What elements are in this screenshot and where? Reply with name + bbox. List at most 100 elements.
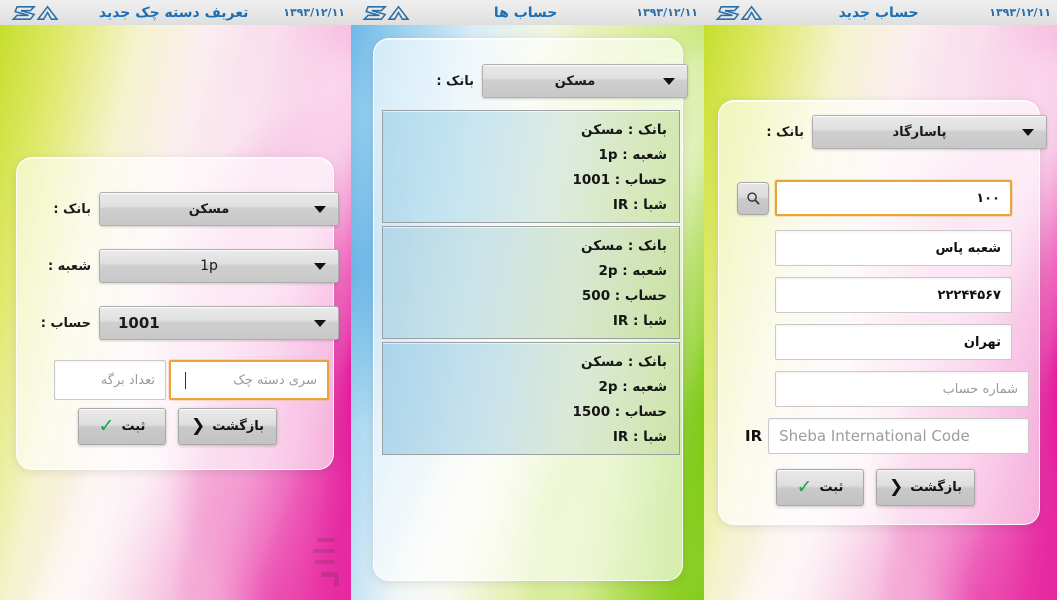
branch-select-value: 1p [200, 258, 218, 274]
chevron-left-icon: ❮ [190, 416, 206, 436]
page-title: حساب جدید [838, 4, 919, 21]
account-number-line: حساب : 500 [391, 284, 667, 309]
sia-logo-icon [359, 2, 419, 23]
screens-container: ۱۳۹۳/۱۲/۱۱ حساب جدید پاسارگاد بانک : ۱۰۰… [0, 0, 1057, 600]
submit-button[interactable]: ثبت ✓ [77, 408, 166, 445]
city-input[interactable]: تهران [775, 324, 1012, 360]
account-sheba-label: شبا : [633, 429, 667, 445]
header-bar: ۱۳۹۳/۱۲/۱۱ حساب ها [351, 0, 704, 25]
header-bar: ۱۳۹۳/۱۲/۱۱ تعریف دسته چک جدید [0, 0, 351, 25]
phone-input[interactable]: ۲۲۲۴۴۵۶۷ [775, 277, 1012, 313]
account-branch-label: شعبه : [622, 379, 667, 395]
branch-name-value: شعبه پاس [935, 240, 1001, 256]
city-value: تهران [963, 334, 1001, 350]
account-number-value: 500 [581, 288, 611, 304]
account-branch-value: 1p [598, 147, 618, 163]
corner-watermark-icon [291, 532, 345, 590]
account-sheba-value: IR [612, 429, 629, 445]
bank-select[interactable]: پاسارگاد [812, 115, 1047, 149]
account-number-value: 1500 [572, 404, 611, 420]
account-bank-line: بانک : مسکن [391, 350, 667, 375]
account-select[interactable]: 1001 [99, 306, 339, 340]
sia-logo-icon [712, 2, 772, 23]
bank-filter-select[interactable]: مسکن [482, 64, 688, 98]
checkbook-inputs-row: سری دسته چک تعداد برگه [25, 360, 329, 400]
account-number-line: حساب : 1500 [391, 400, 667, 425]
chevron-left-icon: ❮ [888, 477, 904, 497]
submit-button[interactable]: ثبت ✓ [775, 469, 864, 506]
header-date: ۱۳۹۳/۱۲/۱۱ [283, 6, 345, 19]
list-item[interactable]: بانک : مسکن شعبه : 2p حساب : 500 شبا : I… [382, 226, 680, 339]
account-number-label: حساب : [614, 172, 667, 188]
branch-label: شعبه : [47, 258, 91, 274]
bank-row: مسکن بانک : [29, 192, 339, 226]
bank-select-value: مسکن [188, 201, 230, 217]
account-branch-line: شعبه : 2p [391, 259, 667, 284]
text-cursor [185, 371, 186, 389]
series-input[interactable]: سری دسته چک [169, 360, 329, 400]
header-date: ۱۳۹۳/۱۲/۱۱ [636, 6, 698, 19]
account-label: حساب : [40, 315, 91, 331]
account-number-label: حساب : [614, 288, 667, 304]
account-number-line: حساب : 1001 [391, 168, 667, 193]
account-branch-value: 2p [598, 379, 618, 395]
account-sheba-line: شبا : IR [391, 425, 667, 450]
account-branch-line: شعبه : 1p [391, 143, 667, 168]
sheba-input[interactable]: Sheba International Code [768, 418, 1029, 454]
account-sheba-value: IR [612, 313, 629, 329]
account-bank-value: مسکن [581, 354, 624, 370]
bank-row: پاسارگاد بانک : [745, 115, 1047, 149]
back-button-label: بازگشت [212, 419, 264, 434]
list-item[interactable]: بانک : مسکن شعبه : 2p حساب : 1500 شبا : … [382, 342, 680, 455]
account-sheba-line: شبا : IR [391, 193, 667, 218]
account-branch-label: شعبه : [622, 147, 667, 163]
screen-new-checkbook: ۱۳۹۳/۱۲/۱۱ تعریف دسته چک جدید مسکن بانک … [0, 0, 351, 600]
account-sheba-value: IR [612, 197, 629, 213]
back-button-label: بازگشت [910, 480, 962, 495]
chevron-down-icon [314, 319, 326, 327]
bank-select[interactable]: مسکن [99, 192, 339, 226]
account-bank-line: بانک : مسکن [391, 118, 667, 143]
branch-code-field-wrap: ۱۰۰ [775, 180, 1012, 216]
account-number-input[interactable]: شماره حساب [775, 371, 1029, 407]
form-actions: بازگشت ❮ ثبت ✓ [775, 469, 975, 506]
sheba-row: Sheba International Code IR [745, 418, 1029, 454]
bank-filter-label: بانک : [436, 73, 474, 89]
city-field-wrap: تهران [775, 324, 1012, 360]
phone-field-wrap: ۲۲۲۴۴۵۶۷ [775, 277, 1012, 313]
check-icon: ✓ [98, 415, 115, 437]
search-icon [746, 192, 760, 205]
branch-select[interactable]: 1p [99, 249, 339, 283]
search-button[interactable] [737, 182, 769, 215]
account-bank-value: مسکن [581, 122, 624, 138]
back-button[interactable]: بازگشت ❮ [875, 469, 975, 506]
branch-name-input[interactable]: شعبه پاس [775, 230, 1012, 266]
sheba-prefix-label: IR [745, 427, 763, 445]
branch-row: 1p شعبه : [29, 249, 339, 283]
header-bar: ۱۳۹۳/۱۲/۱۱ حساب جدید [704, 0, 1057, 25]
list-item[interactable]: بانک : مسکن شعبه : 1p حساب : 1001 شبا : … [382, 110, 680, 223]
back-button[interactable]: بازگشت ❮ [177, 408, 277, 445]
sheet-count-input[interactable]: تعداد برگه [54, 360, 166, 400]
account-select-value: 1001 [118, 314, 160, 332]
branch-code-input[interactable]: ۱۰۰ [775, 180, 1012, 216]
search-button-wrap [737, 182, 769, 215]
series-placeholder: سری دسته چک [233, 372, 317, 388]
account-bank-label: بانک : [627, 238, 667, 254]
account-number-placeholder: شماره حساب [942, 381, 1018, 397]
account-number-label: حساب : [614, 404, 667, 420]
sia-logo-icon [8, 2, 68, 23]
page-title: تعریف دسته چک جدید [98, 4, 249, 21]
screen-new-account: ۱۳۹۳/۱۲/۱۱ حساب جدید پاسارگاد بانک : ۱۰۰… [704, 0, 1057, 600]
account-bank-label: بانک : [627, 354, 667, 370]
account-branch-value: 2p [598, 263, 618, 279]
chevron-down-icon [1022, 128, 1034, 136]
sheet-count-placeholder: تعداد برگه [100, 372, 155, 388]
account-sheba-label: شبا : [633, 197, 667, 213]
account-bank-value: مسکن [581, 238, 624, 254]
sheba-placeholder: Sheba International Code [779, 427, 970, 445]
account-branch-line: شعبه : 2p [391, 375, 667, 400]
account-number-field-wrap: شماره حساب [775, 371, 1029, 407]
bank-select-value: پاسارگاد [892, 124, 947, 140]
bank-label: بانک : [53, 201, 91, 217]
